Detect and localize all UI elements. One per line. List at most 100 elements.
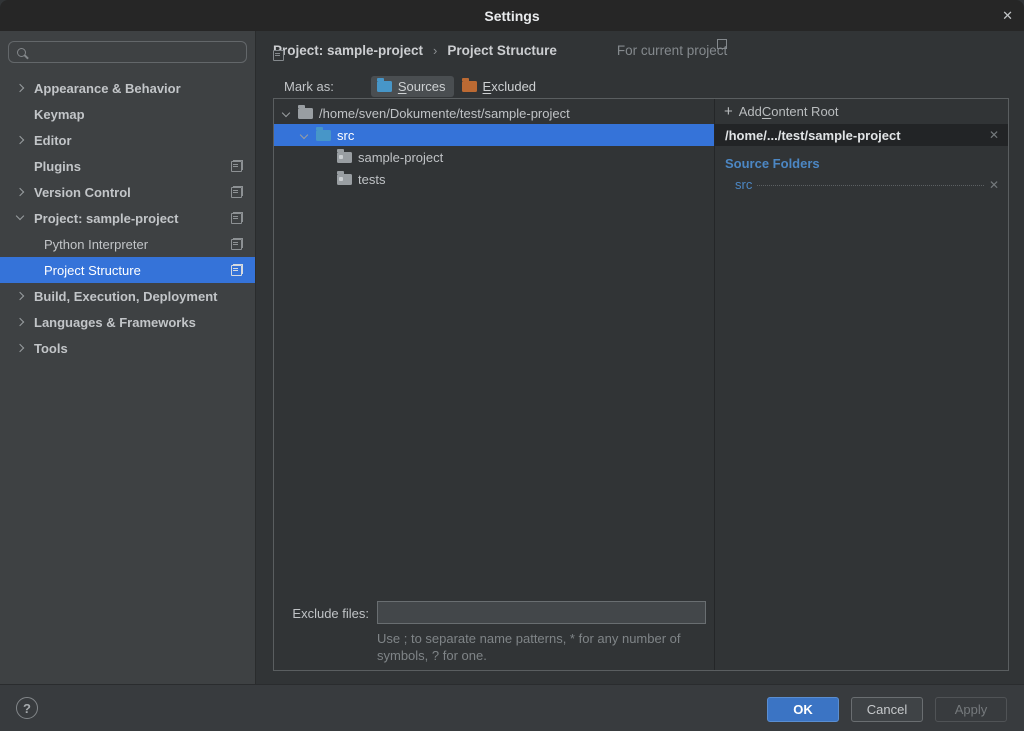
add-content-root-pre: Add <box>739 104 762 119</box>
scope-indicator: For current project <box>599 43 727 58</box>
directory-tree: /home/sven/Dokumente/test/sample-project… <box>274 99 714 670</box>
sidebar-item-project-structure[interactable]: Project Structure <box>0 257 255 283</box>
sidebar-item-label: Appearance & Behavior <box>34 81 181 96</box>
settings-content: Project: sample-project › Project Struct… <box>257 31 1024 684</box>
settings-search-box[interactable] <box>8 41 247 63</box>
exclude-files-label: Exclude files: <box>274 606 369 621</box>
project-level-settings-icon <box>231 186 243 198</box>
breadcrumb: Project: sample-project › Project Struct… <box>273 39 727 61</box>
source-folder-icon <box>377 81 392 92</box>
content-roots-pane: + Add Content Root /home/.../test/sample… <box>714 99 1008 670</box>
folder-icon <box>298 108 313 119</box>
chevron-right-icon[interactable] <box>16 292 24 300</box>
add-content-root-button[interactable]: + Add Content Root <box>715 99 1008 124</box>
remove-content-root-icon[interactable]: ✕ <box>989 128 999 142</box>
folder-icon <box>337 152 352 163</box>
breadcrumb-separator-icon: › <box>433 43 437 58</box>
mark-as-label: Mark as: <box>284 79 334 94</box>
sidebar-item-python-interpreter[interactable]: Python Interpreter <box>0 231 255 257</box>
chevron-right-icon[interactable] <box>16 84 24 92</box>
project-level-settings-icon <box>231 238 243 250</box>
sidebar-item-keymap[interactable]: Keymap <box>0 101 255 127</box>
sidebar-item-build-execution-deployment[interactable]: Build, Execution, Deployment <box>0 283 255 309</box>
sidebar-item-label: Project: sample-project <box>34 211 179 226</box>
mark-as-excluded-button[interactable]: Excluded <box>462 79 536 94</box>
tree-row-tests[interactable]: tests <box>274 168 714 190</box>
tree-row-label: sample-project <box>358 150 443 165</box>
sidebar-item-plugins[interactable]: Plugins <box>0 153 255 179</box>
source-folder-icon <box>316 130 331 141</box>
dotted-leader <box>757 185 984 186</box>
sidebar-item-label: Tools <box>34 341 68 356</box>
sidebar-item-label: Build, Execution, Deployment <box>34 289 217 304</box>
ok-button[interactable]: OK <box>767 697 839 722</box>
sidebar-item-project[interactable]: Project: sample-project <box>0 205 255 231</box>
plus-icon: + <box>724 103 733 120</box>
page-title: Project Structure <box>447 43 557 58</box>
sidebar-item-label: Version Control <box>34 185 131 200</box>
content-root-path: /home/.../test/sample-project <box>725 128 901 143</box>
settings-search-input[interactable] <box>32 45 232 60</box>
breadcrumb-project[interactable]: Project: sample-project <box>273 43 423 58</box>
add-content-root-post: ontent Root <box>771 104 838 119</box>
help-button[interactable]: ? <box>16 697 38 719</box>
sidebar-item-label: Languages & Frameworks <box>34 315 196 330</box>
excluded-label-post: xcluded <box>491 79 536 94</box>
sidebar-item-editor[interactable]: Editor <box>0 127 255 153</box>
settings-dialog: Settings ✕ Appearance & Behavior Keymap … <box>0 0 1024 731</box>
mark-as-sources-button[interactable]: Sources <box>371 76 454 97</box>
chevron-right-icon[interactable] <box>16 188 24 196</box>
sidebar-nav: Appearance & Behavior Keymap Editor Plug… <box>0 75 255 361</box>
excluded-label-mnemonic: E <box>483 79 492 94</box>
cancel-button[interactable]: Cancel <box>851 697 923 722</box>
tree-row-label: /home/sven/Dokumente/test/sample-project <box>319 106 570 121</box>
sidebar-item-appearance-behavior[interactable]: Appearance & Behavior <box>0 75 255 101</box>
sidebar-item-label: Editor <box>34 133 72 148</box>
close-icon[interactable]: ✕ <box>1002 0 1013 31</box>
chevron-right-icon[interactable] <box>16 136 24 144</box>
source-folder-row[interactable]: src ✕ <box>735 177 999 192</box>
exclude-files-input[interactable] <box>377 601 706 624</box>
source-folder-name: src <box>735 177 752 192</box>
project-level-settings-icon <box>231 160 243 172</box>
sidebar-item-tools[interactable]: Tools <box>0 335 255 361</box>
tree-row-src[interactable]: src <box>274 124 714 146</box>
sidebar-item-label: Plugins <box>34 159 81 174</box>
sidebar-item-version-control[interactable]: Version Control <box>0 179 255 205</box>
window-title: Settings <box>484 8 539 24</box>
project-level-settings-icon <box>231 264 243 276</box>
sidebar-item-languages-frameworks[interactable]: Languages & Frameworks <box>0 309 255 335</box>
tree-row-label: src <box>337 128 354 143</box>
dialog-buttons: OK Cancel Apply <box>767 697 1007 722</box>
sidebar-item-label: Keymap <box>34 107 85 122</box>
scope-label: For current project <box>617 43 727 58</box>
source-folders-title: Source Folders <box>725 156 1008 171</box>
sources-label-post: ources <box>407 79 446 94</box>
exclude-files-hint: Use ; to separate name patterns, * for a… <box>377 630 722 664</box>
mark-as-toolbar: Mark as: Sources Excluded <box>284 74 536 98</box>
chevron-down-icon[interactable] <box>300 131 308 139</box>
chevron-down-icon[interactable] <box>282 109 290 117</box>
project-structure-panel: /home/sven/Dokumente/test/sample-project… <box>273 98 1009 671</box>
dialog-footer: ? OK Cancel Apply <box>0 684 1024 731</box>
settings-sidebar: Appearance & Behavior Keymap Editor Plug… <box>0 31 256 684</box>
sources-label-mnemonic: S <box>398 79 407 94</box>
tree-row-content-root[interactable]: /home/sven/Dokumente/test/sample-project <box>274 102 714 124</box>
content-root-row[interactable]: /home/.../test/sample-project ✕ <box>715 124 1008 146</box>
sidebar-item-label: Python Interpreter <box>44 237 148 252</box>
chevron-right-icon[interactable] <box>16 344 24 352</box>
chevron-down-icon[interactable] <box>16 212 24 220</box>
search-icon <box>17 48 26 57</box>
chevron-right-icon[interactable] <box>16 318 24 326</box>
excluded-folder-icon <box>462 81 477 92</box>
project-level-settings-icon <box>231 212 243 224</box>
title-bar: Settings ✕ <box>0 0 1024 31</box>
folder-icon <box>337 174 352 185</box>
tree-row-sample-project[interactable]: sample-project <box>274 146 714 168</box>
apply-button[interactable]: Apply <box>935 697 1007 722</box>
remove-source-folder-icon[interactable]: ✕ <box>989 178 999 192</box>
project-level-settings-icon <box>599 44 611 56</box>
sidebar-item-label: Project Structure <box>44 263 141 278</box>
add-content-root-mnemonic: C <box>762 104 771 119</box>
tree-row-label: tests <box>358 172 385 187</box>
